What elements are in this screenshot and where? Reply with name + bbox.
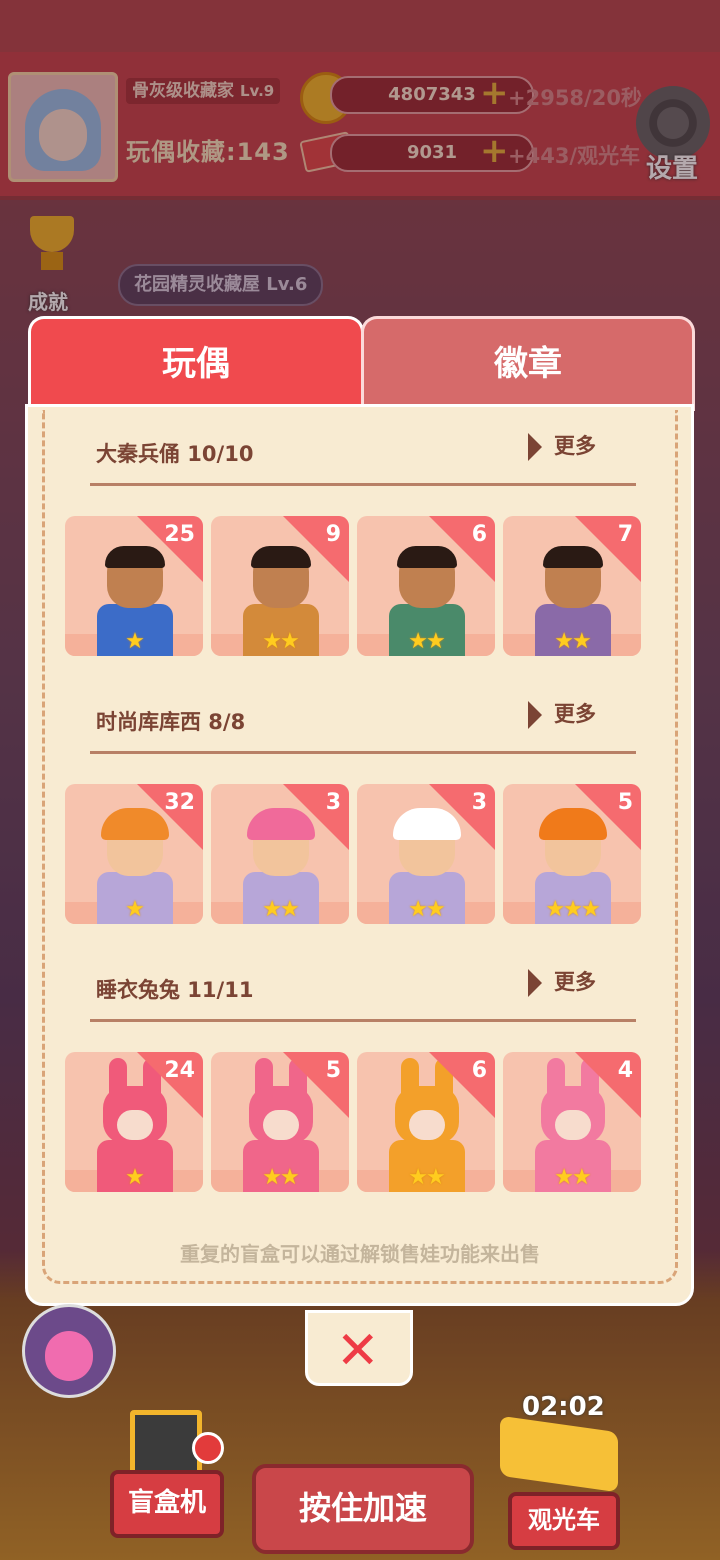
doll-card[interactable]: 5 ★★ xyxy=(211,1052,349,1192)
play-arrow-icon xyxy=(528,433,542,461)
doll-card[interactable]: 25 ★ xyxy=(65,516,203,656)
doll-count: 3 xyxy=(325,790,341,815)
visitor-avatar[interactable] xyxy=(22,1304,116,1398)
doll-count: 6 xyxy=(471,522,487,547)
section-divider xyxy=(90,751,636,754)
section-title: 时尚库库西 8/8 xyxy=(96,710,246,734)
star-rating: ★ xyxy=(125,1165,145,1190)
doll-count: 9 xyxy=(325,522,341,547)
star-rating: ★★★ xyxy=(545,897,600,922)
doll-card[interactable]: 3 ★★ xyxy=(357,784,495,924)
doll-card[interactable]: 4 ★★ xyxy=(503,1052,641,1192)
star-rating: ★★ xyxy=(408,1165,445,1190)
doll-card[interactable]: 6 ★★ xyxy=(357,1052,495,1192)
doll-card[interactable]: 5 ★★★ xyxy=(503,784,641,924)
star-rating: ★★ xyxy=(554,1165,591,1190)
play-arrow-icon xyxy=(528,969,542,997)
doll-count: 3 xyxy=(471,790,487,815)
section-title: 睡衣兔兔 11/11 xyxy=(96,978,254,1002)
doll-count: 24 xyxy=(164,1058,195,1083)
star-rating: ★★ xyxy=(408,897,445,922)
notification-dot xyxy=(192,1432,224,1464)
blind-box-button[interactable]: 盲盒机 xyxy=(110,1470,224,1538)
section-more-button[interactable]: 更多 xyxy=(528,430,596,461)
doll-count: 32 xyxy=(164,790,195,815)
star-rating: ★★ xyxy=(262,1165,299,1190)
star-rating: ★ xyxy=(125,629,145,654)
section-title: 大秦兵俑 10/10 xyxy=(96,442,254,466)
star-rating: ★ xyxy=(125,897,145,922)
doll-count: 7 xyxy=(617,522,633,547)
tour-bus-button[interactable]: 观光车 xyxy=(508,1492,620,1550)
star-rating: ★★ xyxy=(554,629,591,654)
play-arrow-icon xyxy=(528,701,542,729)
star-rating: ★★ xyxy=(262,897,299,922)
tour-timer: 02:02 xyxy=(522,1392,605,1422)
section-divider xyxy=(90,483,636,486)
doll-count: 6 xyxy=(471,1058,487,1083)
close-icon[interactable]: ✕ xyxy=(336,1325,380,1377)
doll-count: 5 xyxy=(325,1058,341,1083)
star-rating: ★★ xyxy=(408,629,445,654)
more-label: 更多 xyxy=(554,702,596,726)
hold-speedup-button[interactable]: 按住加速 xyxy=(252,1464,474,1554)
section-more-button[interactable]: 更多 xyxy=(528,966,596,997)
doll-card[interactable]: 9 ★★ xyxy=(211,516,349,656)
section-divider xyxy=(90,1019,636,1022)
tab-badges[interactable]: 徽章 xyxy=(361,316,695,411)
star-rating: ★★ xyxy=(262,629,299,654)
doll-card[interactable]: 3 ★★ xyxy=(211,784,349,924)
tab-dolls[interactable]: 玩偶 xyxy=(28,316,364,411)
more-label: 更多 xyxy=(554,970,596,994)
doll-card[interactable]: 32 ★ xyxy=(65,784,203,924)
close-button[interactable]: ✕ xyxy=(305,1310,413,1386)
doll-card[interactable]: 24 ★ xyxy=(65,1052,203,1192)
more-label: 更多 xyxy=(554,434,596,458)
doll-count: 4 xyxy=(617,1058,633,1083)
doll-count: 25 xyxy=(164,522,195,547)
doll-count: 5 xyxy=(617,790,633,815)
doll-card[interactable]: 6 ★★ xyxy=(357,516,495,656)
doll-card[interactable]: 7 ★★ xyxy=(503,516,641,656)
footer-note: 重复的盲盒可以通过解锁售娃功能来出售 xyxy=(180,1242,540,1266)
section-more-button[interactable]: 更多 xyxy=(528,698,596,729)
